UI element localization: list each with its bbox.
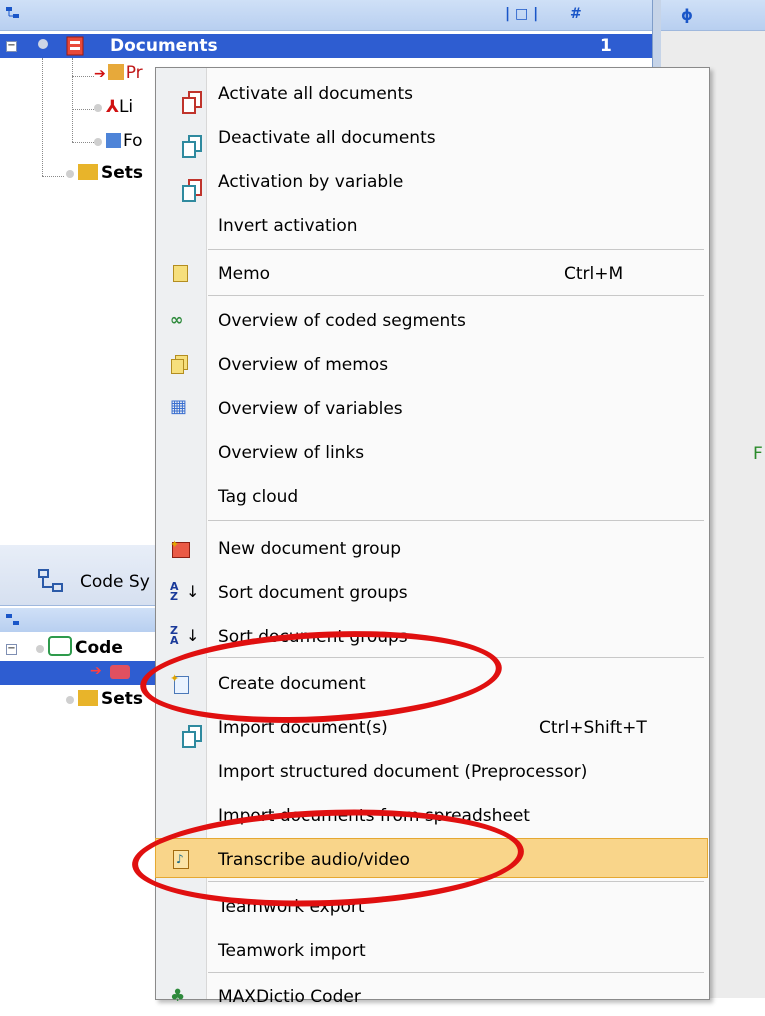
- browser-text-fragment: F: [753, 444, 763, 464]
- grid-icon[interactable]: #: [570, 6, 582, 22]
- activation-variable-icon: [170, 171, 202, 202]
- deactivate-docs-icon: [170, 127, 202, 158]
- sort-arrow-icon: ↓: [186, 582, 200, 601]
- menu-item-overview-links[interactable]: Overview of links: [156, 432, 709, 472]
- menu-item-new-document-group[interactable]: ✦ New document group: [156, 528, 709, 568]
- code-system-title: Code Sy: [80, 572, 150, 592]
- menu-item-invert-activation[interactable]: Invert activation: [156, 205, 709, 245]
- menu-shortcut: Ctrl+Shift+T: [539, 718, 647, 738]
- tree-item-document-1[interactable]: ➔ Pr: [94, 63, 143, 83]
- tree-item-document-2[interactable]: ⅄Li: [94, 97, 133, 117]
- code-tag-icon: [48, 636, 72, 656]
- tree-item-code-sets[interactable]: Sets: [66, 689, 143, 709]
- document-count: 1: [600, 36, 612, 56]
- node-bullet-icon: [36, 645, 44, 653]
- menu-item-label: Invert activation: [218, 216, 358, 236]
- tree-root-label: Documents: [110, 36, 218, 56]
- tree-row-documents[interactable]: − Documents 1: [0, 34, 652, 58]
- sets-label: Sets: [101, 689, 144, 709]
- edit-document-icon: [107, 64, 124, 80]
- code-tag-icon: [110, 665, 130, 679]
- menu-item-overview-variables[interactable]: ▦ Overview of variables: [156, 388, 709, 428]
- menu-separator: [208, 520, 704, 521]
- menu-separator: [208, 295, 704, 296]
- menu-item-label: Deactivate all documents: [218, 128, 436, 148]
- menu-item-deactivate-all[interactable]: Deactivate all documents: [156, 117, 709, 158]
- active-arrow-icon: ➔: [90, 663, 102, 679]
- menu-item-import-structured[interactable]: Import structured document (Preprocessor…: [156, 751, 709, 791]
- active-arrow-icon: ➔: [94, 66, 106, 82]
- menu-item-overview-memos[interactable]: Overview of memos: [156, 344, 709, 384]
- sets-briefcase-icon: [78, 690, 98, 706]
- menu-item-teamwork-import[interactable]: Teamwork import: [156, 930, 709, 970]
- menu-item-label: MAXDictio Coder: [218, 987, 361, 1007]
- menu-item-label: Overview of links: [218, 443, 365, 463]
- menu-item-label: Overview of memos: [218, 355, 389, 375]
- code-system-icon: [38, 569, 63, 592]
- window-toggle-icon[interactable]: | □ |: [505, 6, 538, 22]
- node-bullet-icon: [66, 696, 74, 704]
- code-root-label: Code: [75, 638, 123, 658]
- import-docs-icon: [170, 717, 202, 748]
- node-bullet-icon: [94, 104, 102, 112]
- tree-item-document-3[interactable]: Fo: [94, 131, 143, 151]
- tree-item-code-root[interactable]: Code: [22, 636, 123, 658]
- node-bullet-icon: [66, 170, 74, 178]
- document-label: Fo: [123, 131, 143, 151]
- menu-item-maxdictio-coder[interactable]: ♣ MAXDictio Coder: [156, 976, 709, 1016]
- activate-docs-icon: [170, 83, 202, 114]
- menu-shortcut: Ctrl+M: [564, 264, 624, 284]
- document-label: Pr: [125, 63, 143, 83]
- node-bullet-icon: [38, 39, 48, 49]
- document-browser-toolbar: ϕ: [661, 0, 765, 31]
- node-bullet-icon: [94, 138, 102, 146]
- collapse-icon[interactable]: −: [6, 644, 17, 655]
- sort-arrow-icon: ↓: [186, 626, 200, 645]
- sets-briefcase-icon: [78, 164, 98, 180]
- image-document-icon: [106, 133, 121, 148]
- menu-item-activate-all[interactable]: Activate all documents: [156, 73, 709, 114]
- menu-item-label: New document group: [218, 539, 402, 559]
- menu-item-sort-groups-asc[interactable]: AZ ↓ Sort document groups: [156, 572, 709, 612]
- document-label: Li: [118, 97, 134, 117]
- menu-item-label: Activate all documents: [218, 84, 413, 104]
- document-system-toolbar: | □ | #: [0, 0, 652, 31]
- menu-item-label: Overview of coded segments: [218, 311, 466, 331]
- menu-item-activation-by-variable[interactable]: Activation by variable: [156, 161, 709, 202]
- menu-item-label: Activation by variable: [218, 172, 404, 192]
- collapse-icon[interactable]: −: [6, 41, 17, 52]
- pin-icon[interactable]: ϕ: [681, 6, 693, 24]
- menu-item-label: Teamwork import: [218, 941, 366, 961]
- menu-separator: [208, 972, 704, 973]
- menu-item-tag-cloud[interactable]: Tag cloud: [156, 476, 709, 516]
- tree-layout-icon[interactable]: [6, 7, 20, 19]
- memos-overview-icon: [170, 354, 190, 374]
- sets-label: Sets: [101, 163, 144, 183]
- tree-layout-icon[interactable]: [6, 614, 20, 626]
- menu-item-label: Overview of variables: [218, 399, 403, 419]
- menu-item-overview-coded-segments[interactable]: ∞ Overview of coded segments: [156, 300, 709, 340]
- menu-item-label: Memo: [218, 264, 271, 284]
- menu-item-label: Tag cloud: [218, 487, 299, 507]
- menu-item-label: Import structured document (Preprocessor…: [218, 762, 588, 782]
- document-group-icon: [66, 36, 84, 56]
- menu-item-label: Sort document groups: [218, 583, 408, 603]
- menu-separator: [208, 249, 704, 250]
- maxdictio-icon: ♣: [170, 986, 186, 1006]
- coded-segments-icon: ∞: [170, 310, 184, 329]
- new-group-icon: ✦: [170, 538, 190, 558]
- pdf-icon: ⅄: [106, 97, 119, 117]
- tree-item-sets[interactable]: Sets: [66, 163, 143, 183]
- variables-grid-icon: ▦: [170, 396, 188, 417]
- menu-item-memo[interactable]: Memo Ctrl+M: [156, 253, 709, 293]
- memo-icon: [170, 263, 190, 283]
